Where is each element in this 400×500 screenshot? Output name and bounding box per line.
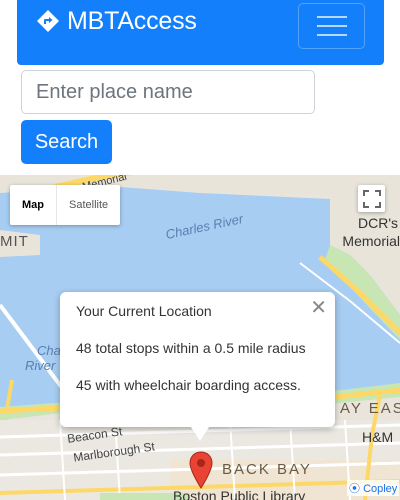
map-type-map-button[interactable]: Map [10, 185, 56, 225]
dcr-label: DCR's [357, 215, 398, 231]
fullscreen-button[interactable] [358, 185, 385, 212]
info-window: Your Current Location 48 total stops wit… [60, 292, 335, 441]
transit-icon: ⦿ [349, 483, 360, 495]
fullscreen-icon [362, 189, 381, 208]
map-type-control: Map Satellite [10, 185, 121, 225]
place-search-input[interactable] [21, 70, 315, 114]
back-bay-east-label: AY EAS [340, 400, 400, 417]
brand-title: MBTAccess [67, 6, 197, 35]
river-partial-label: River [25, 358, 56, 373]
search-button[interactable]: Search [21, 120, 112, 164]
map-pin-icon[interactable] [189, 451, 213, 489]
total-stops-text: 48 total stops within a 0.5 mile radius [76, 340, 306, 356]
brand[interactable]: MBTAccess [36, 4, 197, 38]
directions-icon [37, 10, 59, 32]
charles-river-partial-label: Cha [37, 343, 61, 358]
wheelchair-stops-text: 45 with wheelchair boarding access. [76, 377, 301, 393]
hamburger-menu-icon[interactable] [298, 3, 365, 49]
map[interactable]: Memorial MIT Charles River DCR's Memoria… [0, 175, 400, 500]
map-type-satellite-button[interactable]: Satellite [56, 185, 120, 225]
copley-label[interactable]: ⦿ Copley [347, 480, 400, 496]
memorial-label: Memorial [342, 233, 400, 249]
copley-label-text: Copley [363, 483, 398, 495]
boston-public-library-label: Boston Public Library [173, 488, 306, 500]
info-window-title: Your Current Location [76, 303, 212, 319]
hm-store-label: H&M [362, 429, 394, 445]
back-bay-label: BACK BAY [222, 461, 312, 478]
navbar: MBTAccess [17, 0, 384, 65]
close-icon[interactable]: ✕ [310, 298, 327, 318]
mit-label: MIT [0, 233, 29, 250]
